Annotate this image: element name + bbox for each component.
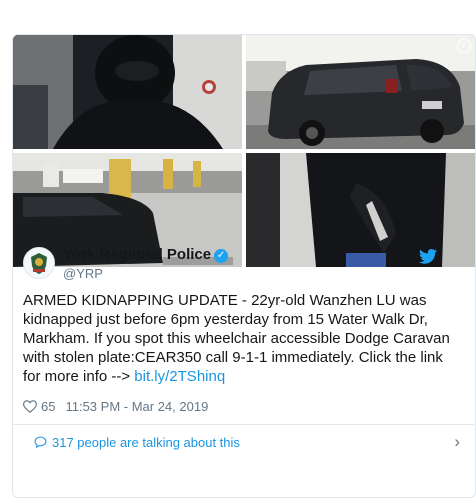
tweet-link[interactable]: bit.ly/2TShinq [134, 368, 225, 385]
photo-van-rear[interactable]: i [246, 35, 475, 149]
display-name[interactable]: York Regional Police [63, 246, 211, 263]
conversation-link[interactable]: 317 people are talking about this › [12, 425, 474, 459]
talking-label[interactable]: 317 people are talking about this [52, 435, 240, 450]
heart-icon[interactable] [23, 400, 37, 413]
handle[interactable]: @YRP [63, 266, 228, 281]
verified-badge-icon: ✓ [214, 249, 229, 263]
like-count[interactable]: 65 [41, 399, 55, 414]
chevron-right-icon[interactable]: › [454, 432, 460, 452]
twitter-bird-icon[interactable] [419, 249, 437, 264]
tweet-body: ARMED KIDNAPPING UPDATE - 22yr-old Wanzh… [23, 292, 450, 385]
tweet-media-grid[interactable]: i [13, 35, 475, 267]
info-icon[interactable]: i [457, 39, 471, 53]
timestamp[interactable]: 11:53 PM - Mar 24, 2019 [65, 399, 208, 414]
tweet-text: ARMED KIDNAPPING UPDATE - 22yr-old Wanzh… [23, 291, 451, 386]
tweet-header: York Regional Police ✓ @YRP [23, 245, 443, 285]
photo-masked-suspect[interactable] [13, 35, 242, 149]
tweet-meta: 65 11:53 PM - Mar 24, 2019 [23, 399, 208, 414]
speech-bubble-icon [34, 436, 47, 448]
avatar[interactable] [23, 247, 55, 279]
